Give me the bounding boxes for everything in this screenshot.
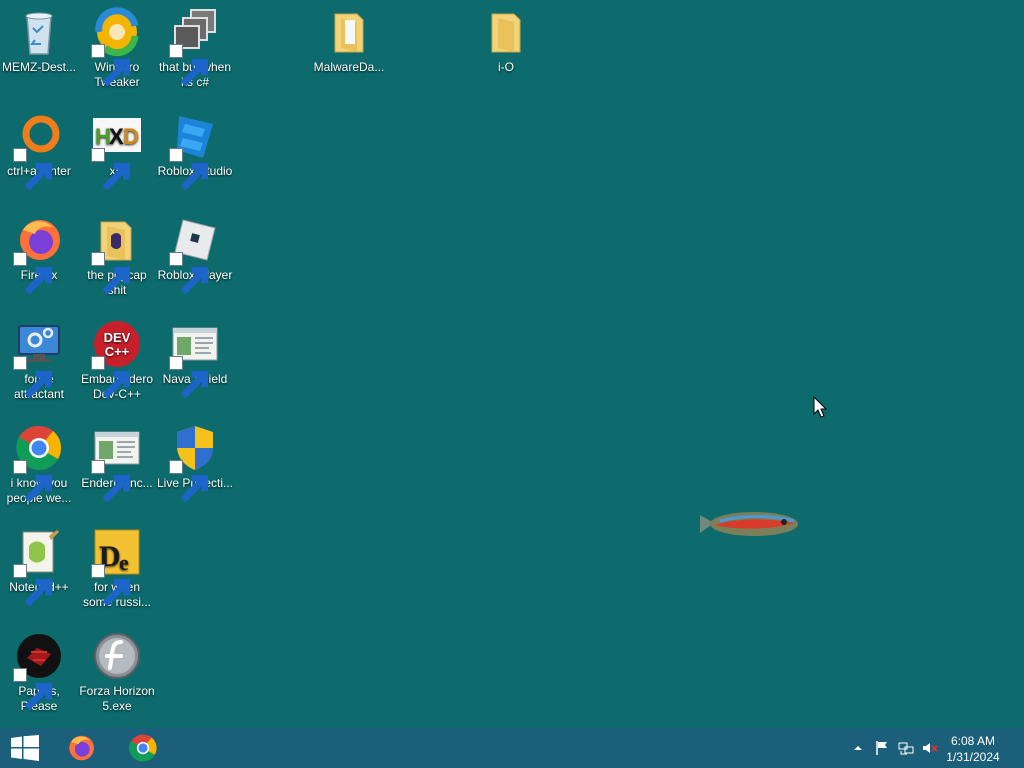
chrome-icon	[13, 422, 65, 503]
desktop-icon-endermanch[interactable]: Endermanc...	[78, 416, 156, 516]
volume-muted-icon[interactable]	[922, 740, 938, 756]
svg-text:X: X	[109, 124, 124, 149]
clock-date: 1/31/2024	[946, 750, 1000, 764]
devcpp-icon: DEV C++	[91, 318, 143, 399]
chrome-icon	[129, 734, 157, 762]
shortcut-arrow-icon	[91, 460, 131, 503]
desktop-icon-forkie-attractant[interactable]: forkie attractant	[0, 312, 78, 412]
desktop-icon-devcpp[interactable]: DEV C++ Embarcadero Dev-C++	[78, 312, 156, 412]
stacked-windows-icon	[169, 6, 221, 87]
shortcut-arrow-icon	[169, 148, 209, 191]
shortcut-arrow-icon	[91, 356, 131, 399]
firefox-icon	[13, 214, 65, 295]
window-app-icon	[169, 318, 221, 399]
folder-icon	[91, 214, 143, 295]
icon-label: MalwareDa...	[313, 60, 385, 74]
shortcut-arrow-icon	[169, 460, 209, 503]
de-icon: De	[91, 526, 143, 607]
monitor-gear-icon	[13, 318, 65, 399]
mouse-cursor	[813, 395, 828, 423]
roblox-studio-icon	[169, 110, 221, 191]
desktop[interactable]: MEMZ-Dest... ctrl+a, enter Firefox forki…	[0, 0, 1024, 728]
winaero-icon	[91, 6, 143, 87]
shortcut-arrow-icon	[91, 148, 131, 191]
folder-icon	[480, 6, 532, 58]
show-hidden-icons-chevron-up-icon[interactable]	[850, 740, 866, 756]
desktop-icon-ctrl-a-enter[interactable]: ctrl+a, enter	[0, 104, 78, 204]
window-app-icon	[91, 422, 143, 503]
network-icon[interactable]	[898, 740, 914, 756]
folder-icon	[323, 6, 375, 58]
uac-shield-icon	[169, 422, 221, 503]
shortcut-arrow-icon	[13, 668, 53, 711]
desktop-icon-roblox-studio[interactable]: Roblox Studio	[156, 104, 234, 204]
svg-text:DEV: DEV	[104, 330, 131, 345]
desktop-icon-i-o-folder[interactable]: i-O	[467, 0, 545, 100]
notepadpp-icon	[13, 526, 65, 607]
shortcut-arrow-icon	[13, 148, 53, 191]
shortcut-arrow-icon	[13, 252, 53, 295]
shortcut-arrow-icon	[91, 564, 131, 607]
desktop-icon-forza-horizon[interactable]: Forza Horizon 5.exe	[78, 624, 156, 724]
desktop-icon-firefox[interactable]: Firefox	[0, 208, 78, 308]
icon-label: MEMZ-Dest...	[2, 60, 76, 74]
firefox-icon	[69, 735, 94, 761]
desktop-icon-memz[interactable]: MEMZ-Dest...	[0, 0, 78, 100]
shortcut-arrow-icon	[13, 460, 53, 503]
svg-text:D: D	[123, 124, 139, 149]
taskbar-firefox-button[interactable]	[56, 728, 106, 768]
shortcut-arrow-icon	[13, 564, 53, 607]
clock-time: 6:08 AM	[950, 734, 996, 748]
desktop-icon-nava-shield[interactable]: Nava Shield	[156, 312, 234, 412]
shortcut-arrow-icon	[13, 356, 53, 399]
desktop-icon-roblox-player[interactable]: Roblox Player	[156, 208, 234, 308]
action-center-flag-icon[interactable]	[874, 740, 890, 756]
system-clock[interactable]: 6:08 AM 1/31/2024	[938, 733, 1008, 765]
icon-label: i-O	[498, 60, 514, 74]
desktop-icon-that-but-csharp[interactable]: that but when its c#	[156, 0, 234, 100]
papers-please-icon	[13, 630, 65, 711]
desktop-icon-de[interactable]: De for when some russi...	[78, 520, 156, 620]
desktop-icon-notepadpp[interactable]: Notepad++	[0, 520, 78, 620]
shortcut-arrow-icon	[91, 44, 131, 87]
shortcut-arrow-icon	[169, 356, 209, 399]
desktop-icon-xd[interactable]: HXD xD	[78, 104, 156, 204]
desktop-icon-winaero-tweaker[interactable]: Winaero Tweaker	[78, 0, 156, 100]
orange-ring-icon	[13, 110, 65, 191]
desktop-icon-chrome-shortcut[interactable]: i know you people we...	[0, 416, 78, 516]
shortcut-arrow-icon	[169, 44, 209, 87]
desktop-icon-malwareda-folder[interactable]: MalwareDa...	[310, 0, 388, 100]
desktop-icon-live-protection[interactable]: Live Protecti...	[156, 416, 234, 516]
hxd-icon: HXD	[91, 110, 143, 191]
desktop-icon-papers-please[interactable]: Papers, Please	[0, 624, 78, 724]
flash-icon	[91, 630, 143, 682]
icon-label: Forza Horizon 5.exe	[79, 684, 155, 713]
start-button[interactable]	[0, 728, 50, 768]
windows-logo-icon	[11, 735, 39, 761]
shortcut-arrow-icon	[91, 252, 131, 295]
desktop-icon-popcap-folder[interactable]: the popcap shit	[78, 208, 156, 308]
roblox-player-icon	[169, 214, 221, 295]
recycle-bin-icon	[13, 6, 65, 58]
neon-tetra-fish	[698, 505, 802, 548]
shortcut-arrow-icon	[169, 252, 209, 295]
taskbar: 6:08 AM 1/31/2024	[0, 728, 1024, 768]
taskbar-chrome-button[interactable]	[118, 728, 168, 768]
